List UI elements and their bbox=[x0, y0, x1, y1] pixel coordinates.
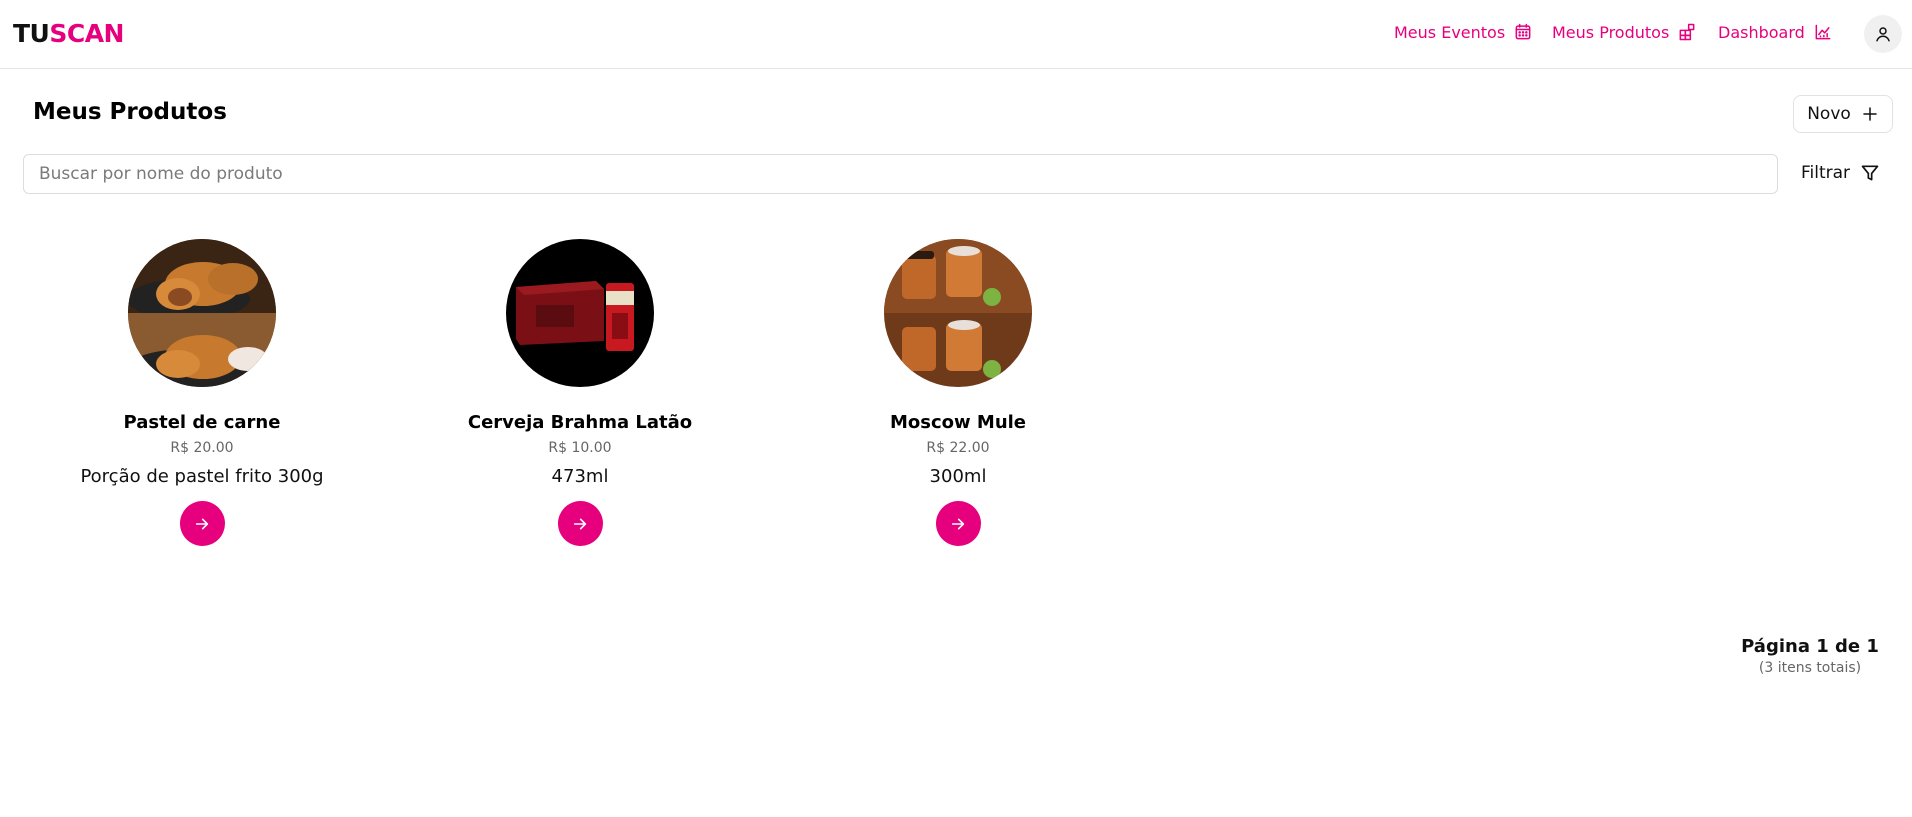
product-image-pastel bbox=[128, 239, 276, 387]
product-price: R$ 10.00 bbox=[548, 440, 612, 456]
nav-dashboard-label: Dashboard bbox=[1718, 22, 1805, 42]
app-logo[interactable]: TUSCAN bbox=[13, 19, 124, 48]
page-title: Meus Produtos bbox=[33, 99, 227, 125]
filter-button[interactable]: Filtrar bbox=[1801, 163, 1880, 183]
logo-text-2: SCAN bbox=[49, 19, 124, 48]
product-image-moscow-mule bbox=[884, 239, 1032, 387]
pagination: Página 1 de 1 (3 itens totais) bbox=[1700, 636, 1912, 676]
product-search-input[interactable] bbox=[23, 154, 1778, 194]
nav-events-label: Meus Eventos bbox=[1394, 22, 1506, 42]
product-image-cerveja bbox=[506, 239, 654, 387]
product-card: Pastel de carne R$ 20.00 Porção de paste… bbox=[57, 239, 347, 546]
open-product-button[interactable] bbox=[557, 501, 603, 546]
product-card: Cerveja Brahma Latão R$ 10.00 473ml bbox=[435, 239, 725, 546]
chart-icon bbox=[1815, 24, 1831, 40]
pagination-total: (3 itens totais) bbox=[1758, 660, 1862, 676]
new-product-button[interactable]: Novo bbox=[1793, 95, 1893, 133]
filter-label: Filtrar bbox=[1801, 163, 1851, 183]
top-navbar: TUSCAN Meus Eventos Meus Produtos Dashbo… bbox=[0, 0, 1912, 69]
product-name: Cerveja Brahma Latão bbox=[467, 412, 693, 433]
product-card: Moscow Mule R$ 22.00 300ml bbox=[813, 239, 1103, 546]
arrow-right-icon bbox=[195, 518, 209, 529]
product-name: Moscow Mule bbox=[889, 412, 1027, 433]
nav-meus-eventos[interactable]: Meus Eventos bbox=[1394, 22, 1533, 42]
product-price: R$ 22.00 bbox=[926, 440, 990, 456]
user-menu-button[interactable] bbox=[1864, 15, 1902, 53]
nav-dashboard[interactable]: Dashboard bbox=[1718, 22, 1833, 42]
calendar-icon bbox=[1515, 23, 1531, 40]
pagination-label: Página 1 de 1 bbox=[1741, 636, 1879, 657]
new-button-label: Novo bbox=[1807, 104, 1851, 124]
user-icon bbox=[1876, 27, 1890, 42]
nav-meus-produtos[interactable]: Meus Produtos bbox=[1552, 22, 1697, 42]
nav-products-label: Meus Produtos bbox=[1552, 22, 1670, 42]
open-product-button[interactable] bbox=[179, 501, 225, 546]
products-icon bbox=[1679, 23, 1695, 41]
product-price: R$ 20.00 bbox=[170, 440, 234, 456]
product-description: 473ml bbox=[551, 466, 609, 487]
logo-text-1: TU bbox=[13, 19, 50, 48]
product-description: Porção de pastel frito 300g bbox=[80, 466, 324, 487]
open-product-button[interactable] bbox=[935, 501, 981, 546]
arrow-right-icon bbox=[951, 518, 965, 529]
plus-icon bbox=[1863, 107, 1877, 121]
arrow-right-icon bbox=[573, 518, 587, 529]
filter-icon bbox=[1861, 165, 1879, 181]
product-description: 300ml bbox=[929, 466, 987, 487]
product-name: Pastel de carne bbox=[123, 412, 281, 433]
